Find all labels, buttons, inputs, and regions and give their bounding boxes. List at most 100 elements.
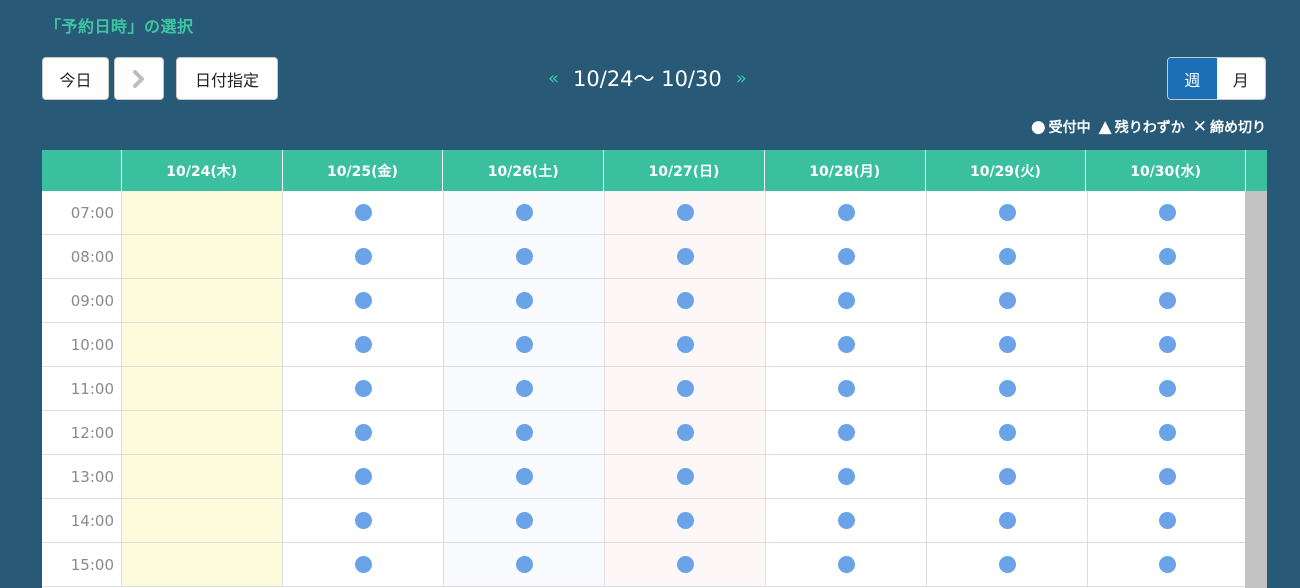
available-dot-icon <box>1159 512 1176 529</box>
slot-available[interactable] <box>765 499 926 542</box>
slot-available[interactable] <box>1087 235 1247 278</box>
slot-available[interactable] <box>443 235 604 278</box>
available-dot-icon <box>837 380 855 397</box>
slot-available[interactable] <box>765 455 926 498</box>
next-range-icon[interactable]: » <box>736 68 747 89</box>
legend-label: 残りわずか <box>1114 120 1185 136</box>
prev-range-icon[interactable]: « <box>548 68 559 89</box>
slot-available[interactable] <box>926 499 1087 542</box>
available-dot-icon <box>515 336 533 353</box>
slot-available[interactable] <box>926 279 1087 322</box>
time-row: 11:00 <box>42 367 1267 411</box>
day-header: 10/28(月) <box>763 150 925 191</box>
slot-available[interactable] <box>604 367 765 410</box>
slot-available[interactable] <box>926 455 1087 498</box>
day-header: 10/24(木) <box>120 150 282 191</box>
available-dot-icon <box>354 556 372 573</box>
available-dot-icon <box>998 248 1016 265</box>
day-header: 10/27(日) <box>603 150 764 191</box>
slot-available[interactable] <box>443 279 604 322</box>
slot-available[interactable] <box>765 235 926 278</box>
next-week-button[interactable] <box>114 57 164 100</box>
slot-available[interactable] <box>1087 543 1247 586</box>
slot-available[interactable] <box>282 499 443 542</box>
available-dot-icon <box>676 248 694 265</box>
slot-available[interactable] <box>765 323 926 366</box>
slot-available[interactable] <box>1087 279 1247 322</box>
slot-available[interactable] <box>282 323 443 366</box>
slot-available[interactable] <box>282 543 443 586</box>
available-dot-icon <box>1159 556 1176 573</box>
slot-available[interactable] <box>1087 367 1247 410</box>
calendar-scrollbar[interactable] <box>1245 191 1267 588</box>
slot-available[interactable] <box>926 235 1087 278</box>
day-header: 10/30(水) <box>1085 150 1245 191</box>
slot-available[interactable] <box>282 191 443 234</box>
slot-available[interactable] <box>765 367 926 410</box>
time-label: 13:00 <box>70 467 114 486</box>
slot-available[interactable] <box>926 411 1087 454</box>
available-dot-icon <box>837 204 855 221</box>
page-title: 「予約日時」の選択 <box>45 17 194 36</box>
available-dot-icon <box>515 292 533 309</box>
available-dot-icon <box>515 380 533 397</box>
slot-available[interactable] <box>282 279 443 322</box>
slot-available[interactable] <box>765 279 926 322</box>
legend-few-left: ▲ 残りわずか <box>1099 117 1185 137</box>
slot-available[interactable] <box>604 279 765 322</box>
time-label: 11:00 <box>70 379 114 398</box>
slot-available[interactable] <box>443 543 604 586</box>
legend-label: 受付中 <box>1048 120 1091 136</box>
time-label: 09:00 <box>70 291 114 310</box>
slot-available[interactable] <box>443 323 604 366</box>
slot-available[interactable] <box>765 191 926 234</box>
available-dot-icon <box>998 424 1016 441</box>
month-view-button[interactable]: 月 <box>1216 58 1265 99</box>
slot-available[interactable] <box>443 411 604 454</box>
slot-available[interactable] <box>604 455 765 498</box>
available-dot-icon <box>1159 204 1176 221</box>
slot-available[interactable] <box>604 499 765 542</box>
time-label: 12:00 <box>70 423 114 442</box>
week-view-button[interactable]: 週 <box>1168 58 1217 99</box>
available-dot-icon <box>354 204 372 221</box>
available-dot-icon <box>354 292 372 309</box>
slot-available[interactable] <box>1087 411 1247 454</box>
slot-available[interactable] <box>282 367 443 410</box>
available-dot-icon <box>515 248 533 265</box>
day-header: 10/25(金) <box>281 150 443 191</box>
slot-available[interactable] <box>604 191 765 234</box>
slot-closed <box>121 191 282 234</box>
slot-available[interactable] <box>1087 499 1247 542</box>
available-dot-icon <box>998 512 1016 529</box>
date-picker-button[interactable]: 日付指定 <box>176 57 278 100</box>
slot-available[interactable] <box>443 191 604 234</box>
slot-available[interactable] <box>443 367 604 410</box>
slot-available[interactable] <box>926 323 1087 366</box>
time-row: 10:00 <box>42 323 1267 367</box>
slot-available[interactable] <box>604 235 765 278</box>
slot-available[interactable] <box>926 543 1087 586</box>
slot-available[interactable] <box>604 411 765 454</box>
view-toggle: 週 月 <box>1167 57 1266 100</box>
slot-available[interactable] <box>443 499 604 542</box>
slot-available[interactable] <box>1087 191 1247 234</box>
slot-available[interactable] <box>765 411 926 454</box>
slot-available[interactable] <box>765 543 926 586</box>
slot-available[interactable] <box>1087 455 1247 498</box>
slot-available[interactable] <box>282 411 443 454</box>
today-button[interactable]: 今日 <box>42 57 109 100</box>
slot-available[interactable] <box>443 455 604 498</box>
slot-closed <box>121 367 282 410</box>
available-dot-icon <box>515 512 533 529</box>
slot-closed <box>121 543 282 586</box>
slot-available[interactable] <box>282 455 443 498</box>
slot-available[interactable] <box>926 367 1087 410</box>
slot-available[interactable] <box>1087 323 1247 366</box>
slot-available[interactable] <box>282 235 443 278</box>
slot-available[interactable] <box>604 323 765 366</box>
slot-available[interactable] <box>604 543 765 586</box>
slot-available[interactable] <box>926 191 1087 234</box>
time-label: 14:00 <box>70 511 114 530</box>
available-dot-icon <box>515 556 533 573</box>
